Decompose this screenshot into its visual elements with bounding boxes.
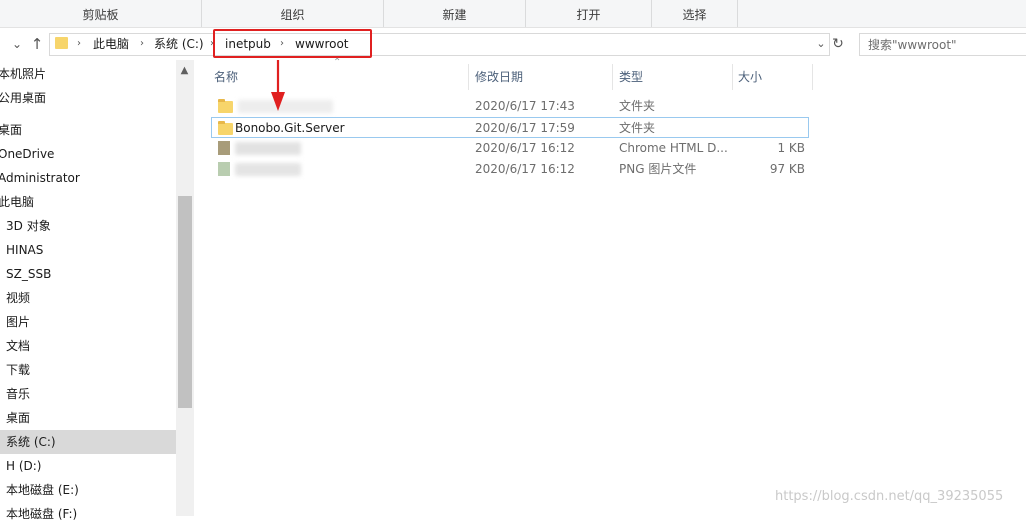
html-file-icon [218,141,230,155]
watermark-text: https://blog.csdn.net/qq_39235055 [775,489,1004,504]
path-highlight-box [213,29,372,58]
column-header-size[interactable]: 大小 [738,64,762,90]
nav-item-videos[interactable]: 视频 [0,286,176,310]
column-divider[interactable] [612,64,613,90]
ribbon-group-organize[interactable]: 组织 [202,0,384,27]
nav-item-hinas[interactable]: HINAS [0,238,176,262]
file-row[interactable]: 2020/6/17 16:12 Chrome HTML D... 1 KB [211,138,809,159]
ribbon-group-open[interactable]: 打开 [526,0,652,27]
nav-item-local-disk-e[interactable]: 本地磁盘 (E:) [0,478,176,502]
nav-item-local-photos[interactable]: 本机照片 [0,62,176,86]
nav-item-music[interactable]: 音乐 [0,382,176,406]
nav-item-onedrive[interactable]: OneDrive [0,142,176,166]
nav-scrollbar-thumb[interactable] [178,196,192,408]
search-input[interactable] [860,34,1018,55]
red-annotation-arrow-icon [271,60,285,111]
png-file-icon [218,162,230,176]
nav-item-label: 下载 [6,363,31,377]
nav-item-downloads[interactable]: 下载 [0,358,176,382]
nav-item-label: 音乐 [6,387,31,401]
breadcrumb-this-pc[interactable]: 此电脑 [93,33,129,56]
nav-item-label: 视频 [6,291,31,305]
nav-item-administrator[interactable]: Administrator [0,166,176,190]
nav-item-documents[interactable]: 文档 [0,334,176,358]
file-row[interactable]: 2020/6/17 16:12 PNG 图片文件 97 KB [211,159,809,180]
nav-item-this-pc[interactable]: 此电脑 [0,190,176,214]
navigation-pane: 本机照片 公用桌面 桌面 OneDrive Administrator 此电脑 … [0,60,194,521]
nav-item-desktop[interactable]: 桌面 [0,406,176,430]
nav-item-label: 桌面 [0,123,23,137]
sort-ascending-icon: ⌃ [333,57,342,68]
file-type: 文件夹 [619,99,656,113]
nav-item-label: 此电脑 [0,195,35,209]
file-size: 1 KB [777,141,805,155]
nav-item-public-desktop[interactable]: 公用桌面 [0,86,176,110]
file-date: 2020/6/17 16:12 [475,162,575,176]
ribbon-group-new[interactable]: 新建 [384,0,526,27]
column-divider[interactable] [812,64,813,90]
breadcrumb-separator-icon[interactable]: › [140,33,144,56]
nav-item-label: 图片 [6,315,31,329]
nav-item-label: Administrator [0,171,80,185]
column-header-date[interactable]: 修改日期 [475,64,523,90]
nav-item-h-drive[interactable]: H (D:) [0,454,176,478]
nav-item-label: 桌面 [6,411,31,425]
column-header-type[interactable]: 类型 [619,64,643,90]
file-date: 2020/6/17 16:12 [475,141,575,155]
folder-icon [218,99,233,113]
nav-item-label: 公用桌面 [0,91,47,105]
search-box[interactable] [859,33,1026,56]
file-row-selected[interactable]: Bonobo.Git.Server 2020/6/17 17:59 文件夹 [211,117,809,138]
file-type: PNG 图片文件 [619,162,697,176]
ribbon-group-select[interactable]: 选择 [652,0,738,27]
nav-item-pictures[interactable]: 图片 [0,310,176,334]
redacted-file-name [235,163,301,176]
file-name: Bonobo.Git.Server [235,121,345,135]
redacted-file-name [235,142,301,155]
file-type: 文件夹 [619,121,656,135]
file-size: 97 KB [769,162,805,176]
nav-item-label: 系统 (C:) [6,435,56,449]
ribbon-group-bar: 剪贴板 组织 新建 打开 选择 [0,0,1026,28]
breadcrumb-separator-icon[interactable]: › [77,33,81,56]
nav-item-label: OneDrive [0,147,55,161]
nav-item-sz-ssb[interactable]: SZ_SSB [0,262,176,286]
nav-item-label: 文档 [6,339,31,353]
file-row[interactable]: 2020/6/17 17:43 文件夹 [211,96,809,117]
nav-item-local-disk-f[interactable]: 本地磁盘 (F:) [0,502,176,526]
folder-icon [55,37,68,49]
file-type: Chrome HTML D... [619,141,728,155]
nav-item-label: SZ_SSB [6,267,52,281]
nav-item-desktop-root[interactable]: 桌面 [0,118,176,142]
ribbon-group-clipboard[interactable]: 剪贴板 [0,0,202,27]
file-date: 2020/6/17 17:59 [475,121,575,135]
file-date: 2020/6/17 17:43 [475,99,575,113]
nav-item-label: 本机照片 [0,67,47,81]
nav-item-label: 本地磁盘 (F:) [6,507,78,521]
column-divider[interactable] [468,64,469,90]
nav-item-system-c[interactable]: 系统 (C:) [0,430,176,454]
address-dropdown-chevron-icon[interactable]: ⌄ [814,28,828,60]
column-header-name[interactable]: 名称 [214,64,238,90]
breadcrumb-system-c[interactable]: 系统 (C:) [154,33,204,56]
nav-item-3d-objects[interactable]: 3D 对象 [0,214,176,238]
nav-item-label: HINAS [6,243,44,257]
column-divider[interactable] [732,64,733,90]
up-arrow-icon[interactable]: ↑ [28,28,46,60]
nav-item-label: H (D:) [6,459,42,473]
scroll-up-icon[interactable]: ▲ [176,62,193,80]
refresh-icon[interactable]: ↻ [829,28,847,60]
nav-item-label: 3D 对象 [6,219,51,233]
folder-icon [218,121,233,135]
recent-locations-chevron-icon[interactable]: ⌄ [8,28,26,60]
nav-item-label: 本地磁盘 (E:) [6,483,79,497]
